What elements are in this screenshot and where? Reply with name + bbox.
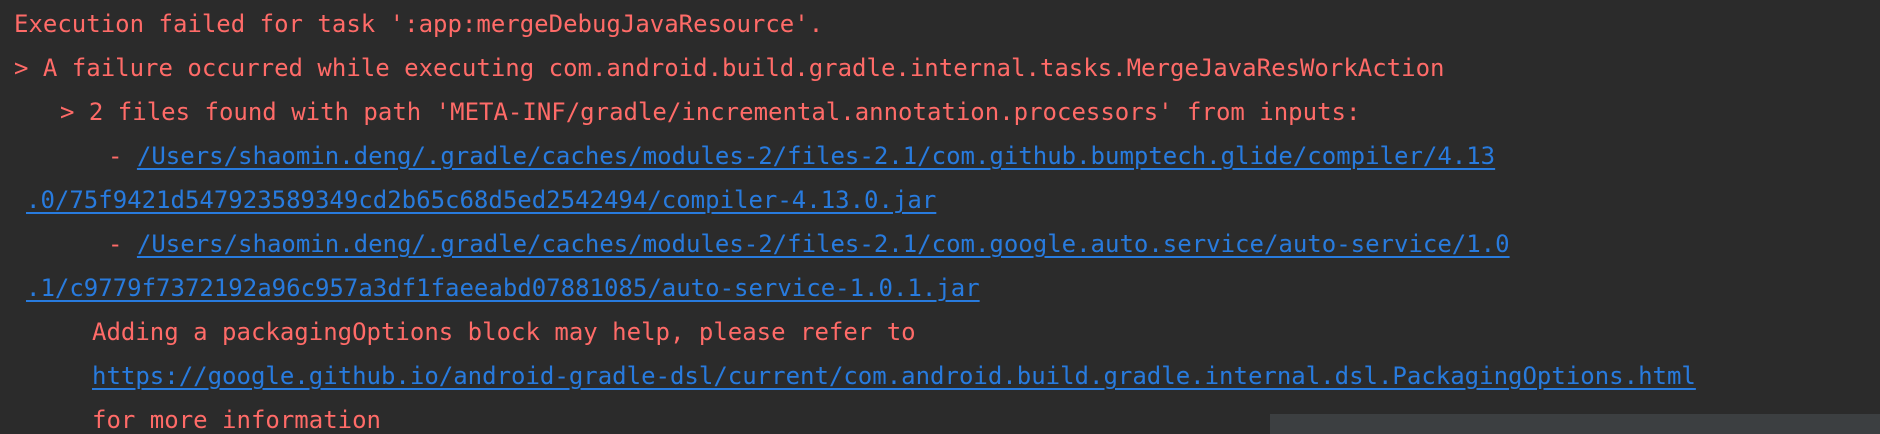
input-path-line-2: - /Users/shaomin.deng/.gradle/caches/mod… bbox=[108, 222, 1510, 266]
jar-path-link-auto-service[interactable]: /Users/shaomin.deng/.gradle/caches/modul… bbox=[137, 230, 1510, 258]
input-path-line-1-continued: .0/75f9421d547923589349cd2b65c68d5ed2542… bbox=[26, 178, 936, 222]
input-path-line-1: - /Users/shaomin.deng/.gradle/caches/mod… bbox=[108, 134, 1495, 178]
build-output-console: Execution failed for task ':app:mergeDeb… bbox=[0, 0, 1880, 434]
jar-path-link-glide-continued[interactable]: .0/75f9421d547923589349cd2b65c68d5ed2542… bbox=[26, 186, 936, 214]
files-found-message: > 2 files found with path 'META-INF/grad… bbox=[60, 98, 1361, 126]
input-path-line-2-continued: .1/c9779f7372192a96c957a3df1faeeabd07881… bbox=[26, 266, 980, 310]
docs-link-line: https://google.github.io/android-gradle-… bbox=[92, 354, 1696, 398]
failure-occurred-message: > A failure occurred while executing com… bbox=[14, 54, 1445, 82]
execution-failed-message: Execution failed for task ':app:mergeDeb… bbox=[14, 10, 824, 38]
list-dash: - bbox=[108, 142, 137, 170]
packaging-options-docs-link[interactable]: https://google.github.io/android-gradle-… bbox=[92, 362, 1696, 390]
horizontal-scrollbar[interactable] bbox=[1270, 414, 1880, 434]
packaging-options-hint: Adding a packagingOptions block may help… bbox=[92, 318, 916, 346]
jar-path-link-auto-service-continued[interactable]: .1/c9779f7372192a96c957a3df1faeeabd07881… bbox=[26, 274, 980, 302]
more-information-text: for more information bbox=[92, 406, 381, 434]
list-dash: - bbox=[108, 230, 137, 258]
jar-path-link-glide[interactable]: /Users/shaomin.deng/.gradle/caches/modul… bbox=[137, 142, 1495, 170]
